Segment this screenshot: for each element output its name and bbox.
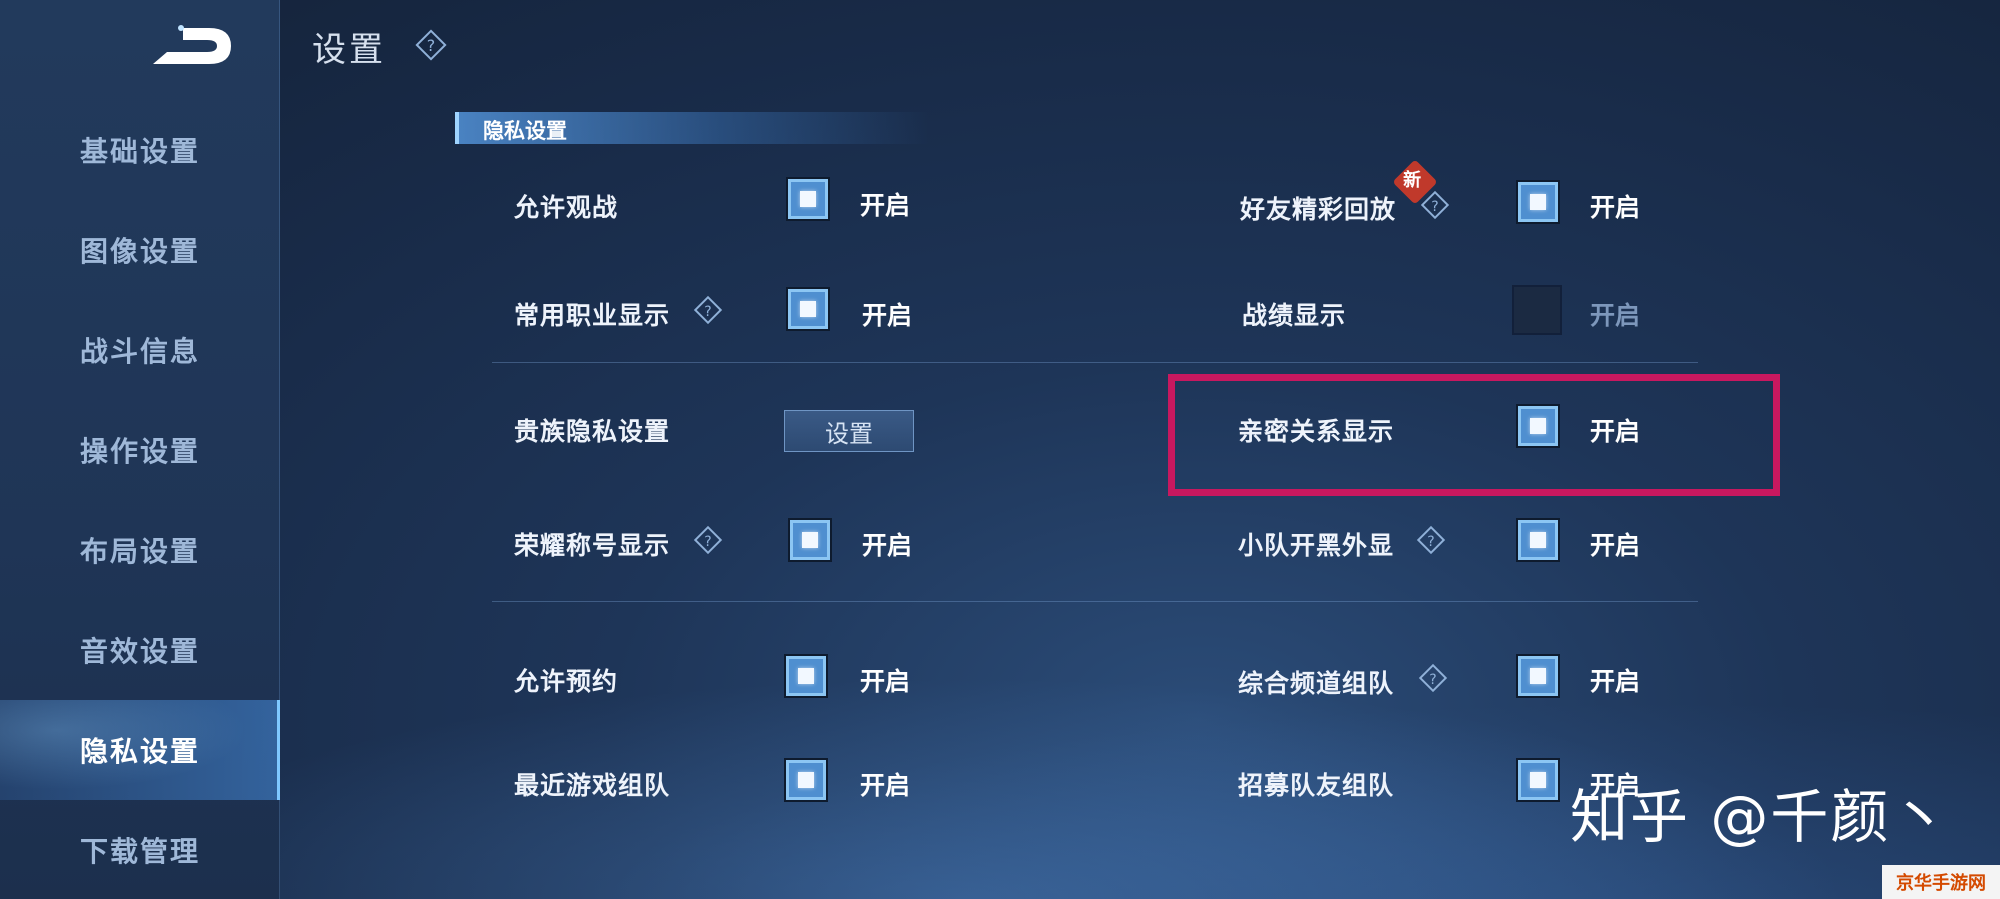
- honor-title-checkbox[interactable]: [788, 518, 832, 562]
- friend-replay-checkbox[interactable]: [1516, 180, 1560, 224]
- help-diamond-icon[interactable]: ?: [1416, 525, 1446, 555]
- channel-team-label: 综合频道组队: [1238, 669, 1395, 698]
- allow-spectate-label: 允许观战: [514, 193, 619, 222]
- record-display-checkbox[interactable]: [1512, 285, 1562, 335]
- record-display-state: 开启: [1590, 301, 1641, 330]
- row-divider: [492, 601, 1698, 602]
- sidebar-item-label: 隐私设置: [79, 735, 200, 768]
- help-diamond-icon[interactable]: ?: [693, 525, 723, 555]
- back-arrow-icon[interactable]: [145, 22, 235, 72]
- help-diamond-icon[interactable]: ?: [1420, 190, 1450, 220]
- recruit-team-label: 招募队友组队: [1238, 771, 1395, 800]
- sidebar-item-download[interactable]: 下载管理: [0, 800, 280, 899]
- row-divider: [492, 362, 1698, 363]
- noble-privacy-set-button[interactable]: 设置: [784, 410, 914, 452]
- sidebar-item-label: 音效设置: [79, 635, 200, 668]
- channel-team-state: 开启: [1590, 667, 1641, 696]
- sidebar-item-sound[interactable]: 音效设置: [0, 600, 280, 700]
- section-title: 隐私设置: [483, 119, 567, 143]
- sidebar-item-graphics[interactable]: 图像设置: [0, 200, 280, 300]
- sidebar-item-label: 图像设置: [79, 235, 200, 268]
- allow-spectate-state: 开启: [860, 191, 911, 220]
- help-diamond-icon[interactable]: ?: [414, 28, 448, 62]
- honor-title-state: 开启: [862, 531, 913, 560]
- allow-reserve-label: 允许预约: [514, 667, 619, 696]
- recruit-team-checkbox[interactable]: [1516, 758, 1560, 802]
- friend-replay-label: 好友精彩回放: [1240, 195, 1397, 224]
- svg-text:?: ?: [704, 534, 711, 550]
- sidebar-item-label: 战斗信息: [79, 335, 200, 368]
- allow-reserve-state: 开启: [860, 667, 911, 696]
- sidebar-item-privacy[interactable]: 隐私设置: [0, 700, 280, 800]
- svg-text:?: ?: [1429, 672, 1436, 688]
- team-black-state: 开启: [1590, 531, 1641, 560]
- allow-spectate-checkbox[interactable]: [786, 177, 830, 221]
- friend-replay-state: 开启: [1590, 193, 1641, 222]
- highlight-box: [1168, 374, 1780, 496]
- recent-team-state: 开启: [860, 771, 911, 800]
- sidebar-item-label: 布局设置: [79, 535, 200, 568]
- recent-team-checkbox[interactable]: [784, 758, 828, 802]
- sidebar-item-layout[interactable]: 布局设置: [0, 500, 280, 600]
- site-corner-mark: 京华手游网: [1882, 865, 2000, 899]
- svg-text:?: ?: [1427, 534, 1434, 550]
- record-display-label: 战绩显示: [1242, 301, 1347, 330]
- sidebar-item-basic[interactable]: 基础设置: [0, 100, 280, 200]
- allow-reserve-checkbox[interactable]: [784, 654, 828, 698]
- team-black-checkbox[interactable]: [1516, 518, 1560, 562]
- svg-text:?: ?: [427, 36, 436, 55]
- common-class-label: 常用职业显示: [514, 301, 671, 330]
- common-class-checkbox[interactable]: [786, 287, 830, 331]
- team-black-label: 小队开黑外显: [1238, 531, 1395, 560]
- help-diamond-icon[interactable]: ?: [693, 295, 723, 325]
- svg-text:?: ?: [1431, 199, 1438, 215]
- sidebar-item-controls[interactable]: 操作设置: [0, 400, 280, 500]
- sidebar-item-label: 基础设置: [79, 135, 200, 168]
- recent-team-label: 最近游戏组队: [514, 771, 671, 800]
- sidebar: 基础设置 图像设置 战斗信息 操作设置 布局设置 音效设置 隐私设置 下载管理: [0, 0, 280, 899]
- channel-team-checkbox[interactable]: [1516, 654, 1560, 698]
- noble-privacy-label: 贵族隐私设置: [514, 417, 671, 446]
- section-banner-privacy: 隐私设置: [455, 112, 929, 144]
- zhihu-watermark: 知乎 @千颜丶: [1570, 783, 1951, 851]
- common-class-state: 开启: [862, 301, 913, 330]
- svg-text:?: ?: [704, 304, 711, 320]
- help-diamond-icon[interactable]: ?: [1418, 663, 1448, 693]
- sidebar-item-battle-info[interactable]: 战斗信息: [0, 300, 280, 400]
- page-title: 设置: [312, 30, 386, 70]
- sidebar-item-label: 下载管理: [79, 834, 200, 868]
- sidebar-item-label: 操作设置: [79, 435, 200, 468]
- honor-title-label: 荣耀称号显示: [514, 531, 671, 560]
